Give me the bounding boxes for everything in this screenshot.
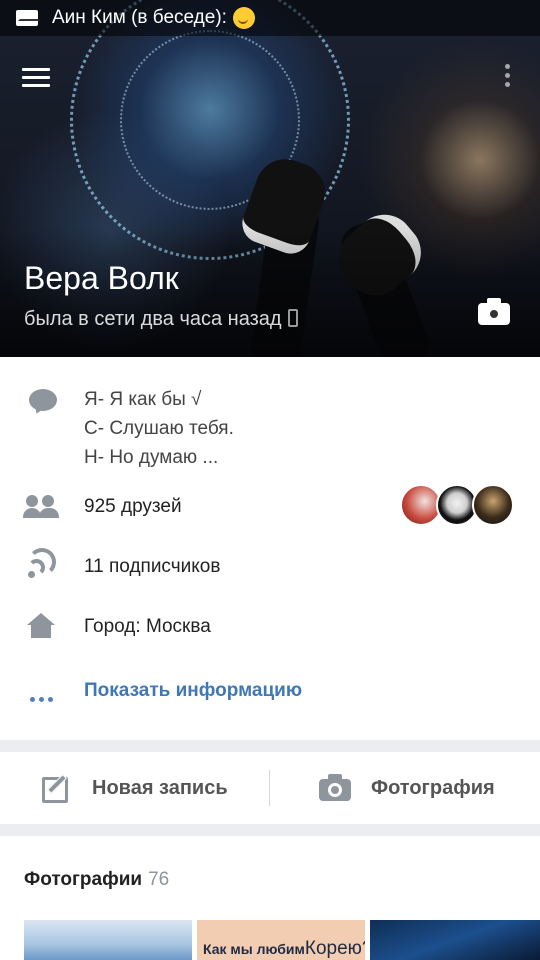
- friends-icon-body: [39, 508, 59, 518]
- photos-card: Фотографии76 Как мы любимКорею?: [0, 836, 540, 960]
- friends-icon-head: [42, 495, 54, 507]
- new-post-button[interactable]: Новая запись: [42, 752, 252, 824]
- photo-button[interactable]: Фотография: [319, 752, 529, 824]
- show-info-link[interactable]: Показать информацию: [84, 680, 302, 702]
- chat-bubble-icon: [29, 389, 57, 411]
- thumbnail-caption-a: Как мы любим: [203, 941, 305, 957]
- new-post-label: Новая запись: [92, 776, 228, 799]
- status-line: Я- Я как бы √: [84, 389, 202, 410]
- photos-count: 76: [148, 869, 170, 890]
- status-bar: Аин Ким (в беседе):: [0, 0, 540, 36]
- photo-thumbnail[interactable]: Как мы любимКорею?: [197, 920, 365, 960]
- home-roof: [27, 613, 55, 625]
- more-dot: [504, 73, 510, 78]
- camera-top: [328, 774, 342, 781]
- camera-icon: [319, 774, 351, 802]
- photo-thumbnail[interactable]: [24, 920, 192, 960]
- cover-photo[interactable]: [0, 0, 540, 357]
- city-row[interactable]: Город: Москва: [0, 607, 540, 647]
- status-line: С- Слушаю тебя.: [84, 418, 234, 439]
- menu-button[interactable]: [22, 68, 50, 88]
- home-icon: [26, 611, 58, 643]
- status-notification-text: Аин Ким (в беседе):: [52, 7, 227, 28]
- more-dots-icon: [504, 64, 510, 69]
- more-dot: [504, 82, 510, 87]
- mail-icon: [16, 10, 38, 26]
- thumbnail-caption-b: Корею?: [304, 938, 365, 959]
- rss-dot: [28, 571, 35, 578]
- followers-count: 11 подписчиков: [84, 556, 221, 577]
- smirk-emoji-icon: [232, 7, 255, 29]
- dot: [48, 697, 53, 702]
- photo-thumbnail[interactable]: [370, 920, 540, 960]
- home-base: [31, 625, 51, 638]
- camera-top: [487, 298, 501, 305]
- more-options-button[interactable]: [502, 64, 512, 92]
- photos-title: Фотографии: [24, 869, 143, 890]
- hamburger-line: [22, 84, 50, 87]
- followers-row[interactable]: 11 подписчиков: [0, 547, 540, 587]
- city-text: Город: Москва: [84, 616, 211, 637]
- edit-icon: [42, 773, 72, 803]
- camera-lens: [328, 783, 342, 797]
- last-seen-status: была в сети два часа назад: [24, 308, 298, 331]
- more-dots-icon: [30, 689, 57, 702]
- profile-info-card: Я- Я как бы √ С- Слушаю тебя. Н- Но дума…: [0, 357, 540, 740]
- profile-name: Вера Волк: [24, 260, 179, 296]
- photo-label: Фотография: [371, 776, 495, 799]
- hamburger-icon: [22, 68, 50, 71]
- hamburger-line: [22, 76, 50, 79]
- photos-header[interactable]: Фотографии 76: [24, 869, 169, 891]
- dot: [39, 697, 44, 702]
- profile-screen: Аин Ким (в беседе): Вера Волк была в сет…: [0, 0, 540, 960]
- status-line: Н- Но думаю ...: [84, 447, 219, 468]
- friend-avatar[interactable]: [472, 484, 514, 526]
- thumbnail-caption: Как мы любимКорею?: [203, 938, 365, 960]
- last-seen-text: была в сети два часа назад: [24, 308, 282, 330]
- change-cover-button[interactable]: [478, 298, 512, 326]
- friends-icon: [23, 491, 59, 523]
- actions-card: Новая запись Фотография: [0, 752, 540, 824]
- dot: [30, 697, 35, 702]
- camera-lens: [487, 307, 501, 321]
- actions-divider: [269, 770, 270, 806]
- mobile-phone-icon: [287, 309, 298, 327]
- friends-icon-head: [26, 495, 38, 507]
- rss-icon: [26, 548, 58, 583]
- friends-count: 925 друзей: [84, 496, 182, 517]
- friends-avatars[interactable]: [400, 484, 520, 528]
- profile-status-text[interactable]: Я- Я как бы √ С- Слушаю тебя. Н- Но дума…: [84, 385, 234, 472]
